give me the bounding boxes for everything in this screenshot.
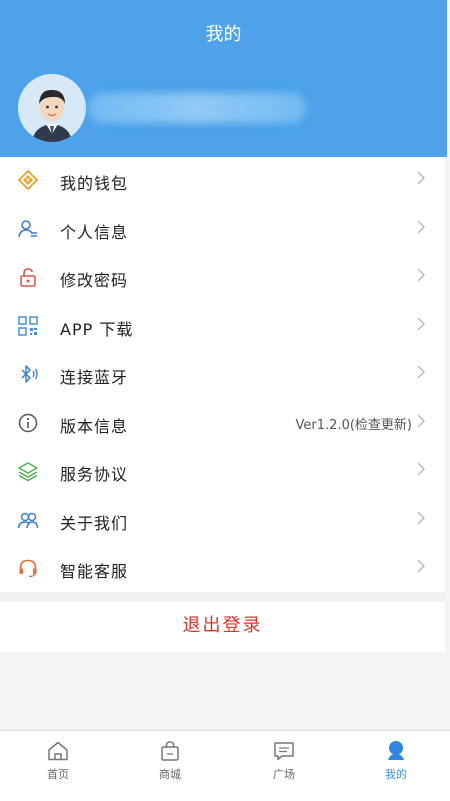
info-icon <box>17 412 39 434</box>
menu-item-about-us[interactable]: 关于我们 <box>0 497 445 546</box>
chevron-right-icon <box>415 412 427 430</box>
chevron-right-icon <box>415 509 427 527</box>
avatar-icon <box>18 74 86 142</box>
menu-item-label: 个人信息 <box>60 222 129 242</box>
chevron-right-icon <box>415 557 427 575</box>
menu-item-label: 修改密码 <box>60 271 129 290</box>
tab-home[interactable]: 首页 <box>2 731 114 801</box>
page-title: 我的 <box>205 24 242 45</box>
chevron-right-icon <box>415 363 427 381</box>
headset-icon <box>17 557 39 579</box>
svg-text:¥: ¥ <box>26 177 31 185</box>
avatar[interactable] <box>18 74 86 142</box>
menu-item-label: APP 下载 <box>60 319 134 339</box>
profile-icon <box>384 739 408 763</box>
logout-button[interactable]: 退出登录 <box>0 602 445 652</box>
tab-square[interactable]: 广场 <box>228 731 340 801</box>
menu-item-label: 版本信息 <box>60 416 129 436</box>
menu-item-label: 智能客服 <box>60 562 129 581</box>
chevron-right-icon <box>415 266 427 284</box>
wallet-icon: ¥ <box>17 169 39 191</box>
section-divider <box>0 592 445 602</box>
username-blurred <box>88 93 306 123</box>
menu-item-change-password[interactable]: 修改密码 <box>0 254 445 303</box>
tab-label: 商城 <box>159 768 181 781</box>
menu-item-label: 关于我们 <box>60 513 129 533</box>
menu-item-label: 连接蓝牙 <box>60 368 129 387</box>
menu-item-label: 我的钱包 <box>60 174 129 193</box>
tab-profile[interactable]: 我的 <box>340 731 450 801</box>
menu-item-bluetooth[interactable]: 连接蓝牙 <box>0 351 445 400</box>
bottom-tab-bar: 首页 商城 广场 我的 <box>0 730 450 801</box>
tab-shop[interactable]: 商城 <box>114 731 226 801</box>
profile-header: 我的 <box>0 0 447 157</box>
settings-menu: ¥ 我的钱包 个人信息 修改密码 APP 下载 连接蓝牙 版本信息 Ver1.2… <box>0 157 445 594</box>
tab-label: 我的 <box>385 768 407 781</box>
layers-icon <box>17 460 39 482</box>
home-icon <box>46 739 70 763</box>
chevron-right-icon <box>415 169 427 187</box>
version-value[interactable]: Ver1.2.0(检查更新) <box>296 414 412 433</box>
user-info-icon <box>17 218 39 240</box>
menu-item-wallet[interactable]: ¥ 我的钱包 <box>0 157 445 206</box>
menu-item-smart-support[interactable]: 智能客服 <box>0 545 445 594</box>
shopping-bag-icon <box>158 739 182 763</box>
chevron-right-icon <box>415 460 427 478</box>
menu-item-app-download[interactable]: APP 下载 <box>0 303 445 352</box>
chevron-right-icon <box>415 315 427 333</box>
lock-icon <box>17 266 39 288</box>
menu-item-personal-info[interactable]: 个人信息 <box>0 206 445 255</box>
menu-item-service-agreement[interactable]: 服务协议 <box>0 448 445 497</box>
chevron-right-icon <box>415 218 427 236</box>
qr-code-icon <box>17 315 39 337</box>
menu-item-label: 服务协议 <box>60 465 129 484</box>
tab-label: 广场 <box>273 768 295 781</box>
users-icon <box>17 509 39 531</box>
tab-label: 首页 <box>47 768 69 781</box>
message-icon <box>272 739 296 763</box>
menu-item-version-info[interactable]: 版本信息 Ver1.2.0(检查更新) <box>0 400 445 449</box>
bluetooth-icon <box>17 363 39 385</box>
